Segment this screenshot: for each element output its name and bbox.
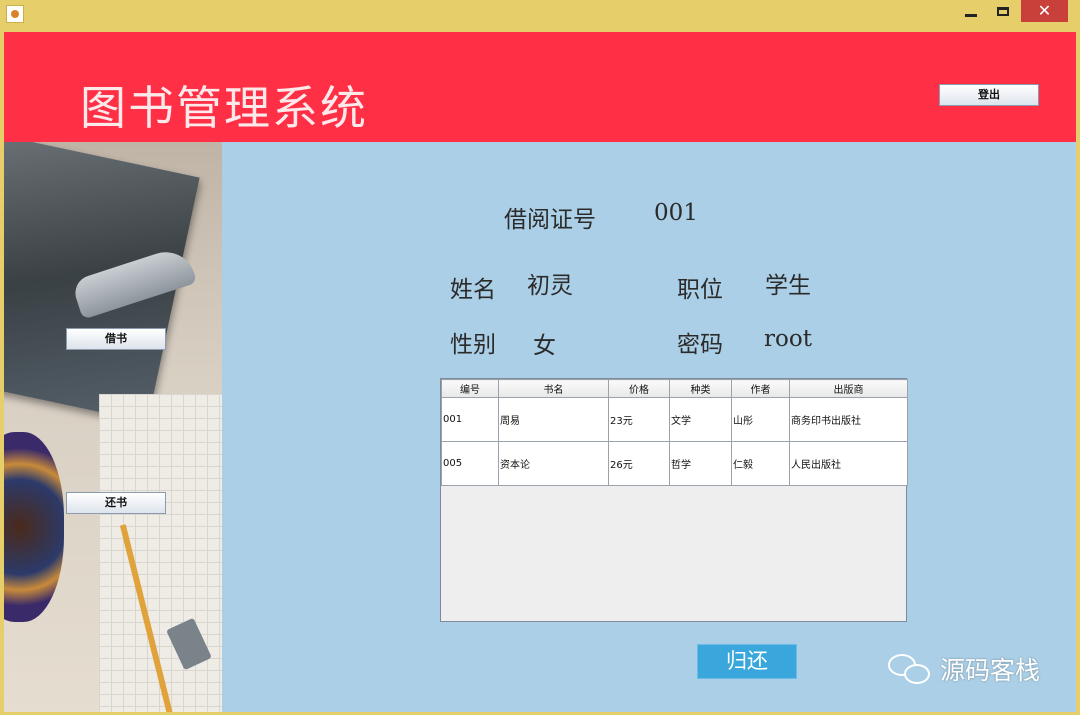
- password-label: 密码: [677, 332, 723, 358]
- app-title: 图书管理系统: [80, 81, 368, 135]
- minimize-icon: [965, 13, 977, 17]
- return-button[interactable]: 归还: [697, 644, 797, 679]
- maximize-button[interactable]: [988, 0, 1018, 22]
- table-cell[interactable]: 人民出版社: [789, 441, 908, 486]
- logout-button[interactable]: 登出: [939, 84, 1039, 106]
- title-bar: ✕: [0, 0, 1080, 32]
- column-header-title[interactable]: 书名: [498, 379, 609, 398]
- name-label: 姓名: [450, 277, 496, 303]
- table-row[interactable]: 005 资本论 26元 哲学 仁毅 人民出版社: [441, 441, 908, 486]
- minimize-button[interactable]: [956, 0, 986, 22]
- borrowed-books-table[interactable]: 编号 书名 价格 种类 作者 出版商 001 周易 23元 文学 山彤 商务印书…: [440, 378, 908, 622]
- column-header-id[interactable]: 编号: [441, 379, 499, 398]
- gender-label: 性别: [450, 332, 496, 358]
- card-number-label: 借阅证号: [504, 207, 596, 233]
- table-cell[interactable]: 商务印书出版社: [789, 397, 908, 442]
- close-button[interactable]: ✕: [1021, 0, 1068, 22]
- name-value: 初灵: [527, 273, 573, 299]
- maximize-icon: [997, 6, 1009, 16]
- java-app-icon: [6, 5, 24, 23]
- table-header-row: 编号 书名 价格 种类 作者 出版商: [441, 379, 908, 398]
- cloth-picture: [4, 432, 64, 622]
- table-cell[interactable]: 山彤: [731, 397, 790, 442]
- column-header-author[interactable]: 作者: [731, 379, 790, 398]
- table-cell[interactable]: 001: [441, 397, 499, 442]
- table-cell[interactable]: 周易: [498, 397, 609, 442]
- wechat-icon: [886, 652, 934, 686]
- table-cell[interactable]: 仁毅: [731, 441, 790, 486]
- watermark-text: 源码客栈: [940, 656, 1041, 685]
- table-cell[interactable]: 资本论: [498, 441, 609, 486]
- table-cell[interactable]: 哲学: [669, 441, 732, 486]
- close-icon: ✕: [1037, 1, 1052, 20]
- card-number-value: 001: [654, 200, 698, 226]
- table-cell[interactable]: 文学: [669, 397, 732, 442]
- password-value: root: [764, 326, 812, 352]
- position-label: 职位: [677, 277, 723, 303]
- app-window: ✕ 图书管理系统 登出 借书 还书 借阅证号 001 姓名 初灵 职位 学生 性…: [0, 0, 1080, 715]
- gender-value: 女: [533, 333, 556, 359]
- table-cell[interactable]: 23元: [608, 397, 670, 442]
- position-value: 学生: [765, 273, 811, 299]
- sidebar: 借书 还书: [4, 142, 222, 712]
- borrow-button[interactable]: 借书: [66, 328, 166, 350]
- column-header-price[interactable]: 价格: [608, 379, 670, 398]
- watermark: 源码客栈: [886, 652, 1040, 686]
- table-cell[interactable]: 26元: [608, 441, 670, 486]
- column-header-publisher[interactable]: 出版商: [789, 379, 908, 398]
- column-header-category[interactable]: 种类: [669, 379, 732, 398]
- return-book-button[interactable]: 还书: [66, 492, 166, 514]
- table-row[interactable]: 001 周易 23元 文学 山彤 商务印书出版社: [441, 397, 908, 442]
- table-cell[interactable]: 005: [441, 441, 499, 486]
- header-banner: 图书管理系统 登出: [4, 32, 1076, 142]
- main-content: 图书管理系统 登出 借书 还书 借阅证号 001 姓名 初灵 职位 学生 性别 …: [4, 32, 1076, 712]
